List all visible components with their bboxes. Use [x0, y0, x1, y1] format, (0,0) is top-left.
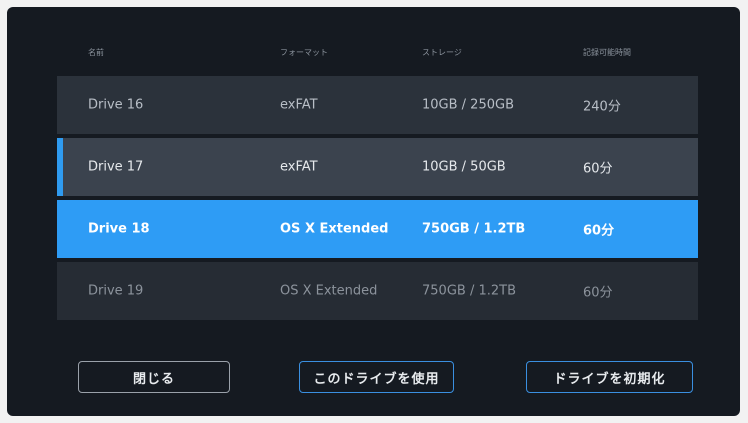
- format-drive-button[interactable]: ドライブを初期化: [526, 361, 693, 393]
- header-name: 名前: [88, 48, 104, 57]
- drive-row-19[interactable]: Drive 19 OS X Extended 750GB / 1.2TB 60分: [57, 262, 698, 320]
- table-header: 名前 フォーマット ストレージ 記録可能時間: [7, 47, 740, 63]
- drive-record-time: 60分: [583, 223, 615, 239]
- header-record-time: 記録可能時間: [583, 48, 631, 57]
- drive-row-18[interactable]: Drive 18 OS X Extended 750GB / 1.2TB 60分: [57, 200, 698, 258]
- drive-selection-screen: 名前 フォーマット ストレージ 記録可能時間 Drive 16 exFAT 10…: [7, 7, 740, 416]
- drive-name: Drive 16: [88, 97, 144, 113]
- drive-record-time: 60分: [583, 161, 613, 177]
- drive-format: OS X Extended: [280, 221, 389, 237]
- header-storage: ストレージ: [422, 48, 462, 57]
- drive-name: Drive 19: [88, 283, 144, 299]
- drive-row-16[interactable]: Drive 16 exFAT 10GB / 250GB 240分: [57, 76, 698, 134]
- use-drive-button[interactable]: このドライブを使用: [299, 361, 454, 393]
- drive-format: exFAT: [280, 97, 318, 113]
- drive-record-time: 60分: [583, 285, 613, 301]
- drive-format: OS X Extended: [280, 283, 378, 299]
- drive-storage: 10GB / 250GB: [422, 97, 514, 113]
- drive-record-time: 240分: [583, 99, 621, 115]
- drive-name: Drive 17: [88, 159, 144, 175]
- current-drive-marker: [57, 138, 63, 196]
- drive-list: Drive 16 exFAT 10GB / 250GB 240分 Drive 1…: [57, 76, 698, 324]
- header-format: フォーマット: [280, 48, 328, 57]
- drive-format: exFAT: [280, 159, 318, 175]
- drive-storage: 750GB / 1.2TB: [422, 283, 516, 299]
- drive-row-17[interactable]: Drive 17 exFAT 10GB / 50GB 60分: [57, 138, 698, 196]
- close-button[interactable]: 閉じる: [78, 361, 230, 393]
- drive-storage: 750GB / 1.2TB: [422, 221, 526, 237]
- drive-storage: 10GB / 50GB: [422, 159, 506, 175]
- drive-name: Drive 18: [88, 221, 150, 237]
